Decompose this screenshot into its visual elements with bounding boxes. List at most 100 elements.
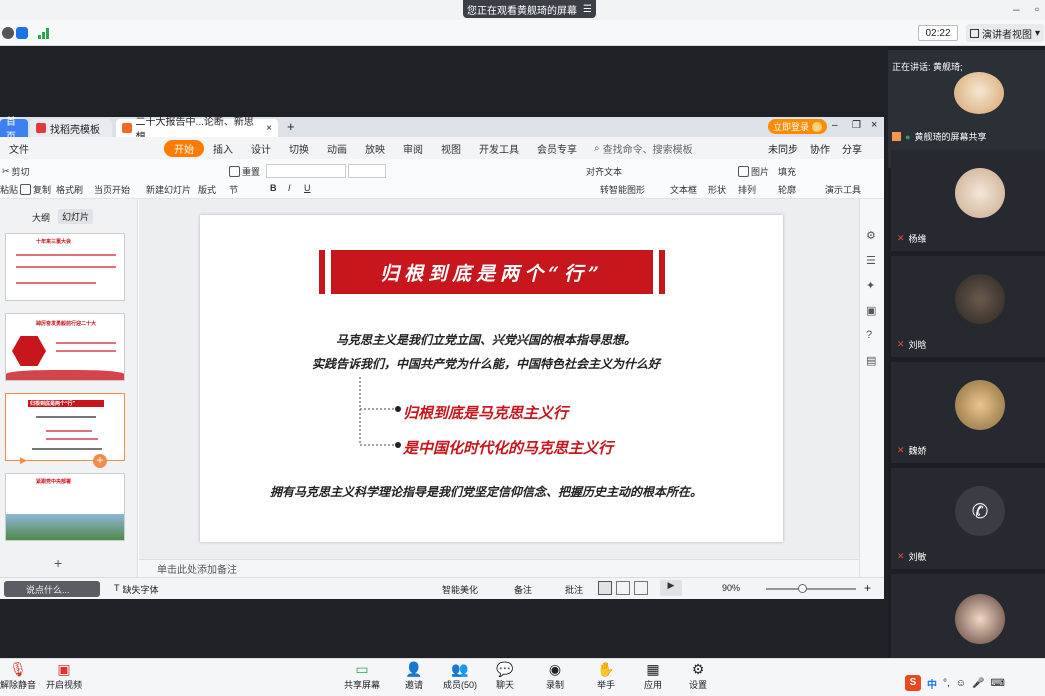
participant-tile[interactable]: ✕ 魏娇	[891, 362, 1045, 463]
tab-document[interactable]: 二十大报告中...论断、新思想 ×	[116, 117, 278, 143]
restore-icon[interactable]: ❐	[852, 120, 861, 131]
smart-art-button[interactable]: 转智能图形	[600, 183, 645, 196]
close-icon[interactable]: ×	[266, 123, 272, 134]
menu-animation[interactable]: 动画	[318, 141, 356, 156]
layout-button[interactable]: 版式	[198, 183, 216, 196]
reading-view-icon[interactable]	[634, 581, 648, 595]
mute-button[interactable]: 🎙 解除静音	[0, 661, 36, 691]
reset-button[interactable]: 重置	[229, 165, 260, 178]
tab-home[interactable]: 首页	[0, 117, 28, 143]
tool-icon[interactable]: ▤	[866, 354, 876, 367]
menu-review[interactable]: 审阅	[394, 141, 432, 156]
present-tools-button[interactable]: 演示工具	[825, 183, 861, 196]
slide-thumb-4[interactable]: 紧跟党中央部署	[5, 473, 125, 541]
menu-slideshow[interactable]: 放映	[356, 141, 394, 156]
italic-button[interactable]: I	[288, 183, 291, 193]
menu-member[interactable]: 会员专享	[528, 141, 586, 156]
copy-button[interactable]: 复制	[20, 183, 51, 196]
tool-icon[interactable]: ⚙	[866, 229, 876, 242]
picture-button[interactable]: 图片	[738, 165, 769, 178]
arrange-button[interactable]: 排列	[738, 183, 756, 196]
slide-thumb-2[interactable]: 踔厉奋发勇毅前行迎二十大	[5, 313, 125, 381]
info-icon[interactable]	[2, 27, 14, 39]
new-tab-icon[interactable]: +	[287, 119, 295, 134]
ime-toolbar[interactable]: S 中 °, ☺ 🎤 ⌨	[905, 672, 1045, 694]
participant-tile[interactable]: ✆ ✕ 刘敏	[891, 468, 1045, 569]
outline-button[interactable]: 轮廓	[778, 183, 796, 196]
zoom-slider[interactable]	[766, 588, 856, 590]
close-icon[interactable]: ×	[871, 119, 877, 131]
collab-button[interactable]: 协作	[810, 141, 830, 156]
invite-button[interactable]: 👤 邀请	[405, 661, 423, 691]
slide-thumb-3[interactable]: 归根到底是两个“行”	[5, 393, 125, 461]
fill-button[interactable]: 填充	[778, 165, 796, 178]
cut-button[interactable]: ✂ 剪切	[2, 165, 30, 178]
underline-button[interactable]: U	[304, 183, 311, 193]
tool-icon[interactable]: ▣	[866, 304, 876, 317]
font-family-select[interactable]	[266, 164, 346, 178]
settings-button[interactable]: ⚙ 设置	[689, 661, 707, 691]
font-size-select[interactable]	[348, 164, 386, 178]
menu-home[interactable]: 开始	[164, 139, 204, 157]
play-icon[interactable]: ▶	[20, 455, 27, 466]
members-button[interactable]: 👥 成员(50)	[443, 661, 477, 691]
normal-view-icon[interactable]	[598, 581, 612, 595]
smart-beautify-button[interactable]: 智能美化	[442, 583, 478, 596]
from-current-button[interactable]: 当页开始	[94, 183, 130, 196]
format-painter-button[interactable]: 格式刷	[56, 183, 83, 196]
record-button[interactable]: ◉ 录制	[546, 661, 564, 691]
new-slide-button[interactable]: 新建幻灯片	[146, 183, 191, 196]
minimize-icon[interactable]: –	[832, 120, 838, 131]
play-icon[interactable]: ▶	[660, 580, 682, 596]
missing-font-button[interactable]: T 缺失字体	[114, 583, 159, 596]
chat-input-overlay[interactable]: 说点什么...	[4, 581, 100, 597]
tab-slides[interactable]: 幻灯片	[58, 209, 94, 224]
menu-file[interactable]: 文件	[0, 141, 38, 156]
section-button[interactable]: 节	[229, 183, 238, 196]
menu-view[interactable]: 视图	[432, 141, 470, 156]
menu-developer[interactable]: 开发工具	[470, 141, 528, 156]
add-slide-icon[interactable]: +	[54, 555, 62, 571]
presenter-view-button[interactable]: 演讲者视图 ▾	[966, 24, 1044, 42]
add-slide-icon[interactable]: +	[93, 454, 107, 468]
raise-hand-button[interactable]: ✋ 举手	[597, 661, 615, 691]
zoom-slider-thumb[interactable]	[798, 584, 807, 593]
share-button[interactable]: 分享	[842, 141, 862, 156]
chat-button[interactable]: 💬 聊天	[496, 661, 514, 691]
viewing-banner[interactable]: 您正在观看黄舰琦的屏幕 ☰	[463, 0, 596, 18]
tab-docer[interactable]: 找稻壳模板	[30, 119, 112, 137]
paste-button[interactable]: 粘贴	[0, 183, 18, 196]
shield-icon[interactable]	[16, 27, 28, 39]
bold-button[interactable]: B	[270, 183, 277, 193]
notes-bar[interactable]: 单击此处添加备注	[139, 559, 859, 577]
tool-icon[interactable]: ☰	[866, 254, 876, 267]
zoom-level[interactable]: 90%	[722, 583, 740, 593]
login-button[interactable]: 立即登录	[768, 119, 828, 134]
shape-button[interactable]: 形状	[708, 183, 726, 196]
slide-canvas[interactable]: 归根到底是两个“行” 马克思主义是我们立党立国、兴党兴国的根本指导思想。 实践告…	[200, 215, 783, 542]
participant-tile[interactable]: ✕ 杨维	[891, 150, 1045, 251]
sorter-view-icon[interactable]	[616, 581, 630, 595]
share-screen-button[interactable]: ▭ 共享屏幕	[344, 661, 380, 691]
menu-design[interactable]: 设计	[242, 141, 280, 156]
participant-tile[interactable]: ✕ 刘晗	[891, 256, 1045, 357]
restore-icon[interactable]: ▫	[1035, 2, 1039, 16]
tool-icon[interactable]: ✦	[866, 279, 875, 292]
comments-button[interactable]: 批注	[565, 583, 583, 596]
apps-button[interactable]: ▦ 应用	[644, 661, 662, 691]
slide-thumb-1[interactable]: 十年来三重大会	[5, 233, 125, 301]
tool-icon[interactable]: ?	[866, 329, 872, 341]
zoom-in-icon[interactable]: +	[864, 581, 871, 595]
align-text-button[interactable]: 对齐文本	[586, 165, 622, 178]
notes-button[interactable]: 备注	[514, 583, 532, 596]
video-button[interactable]: ▣ 开启视频	[46, 661, 82, 691]
participant-tile[interactable]	[891, 574, 1045, 658]
tab-outline[interactable]: 大纲	[32, 211, 50, 224]
command-search[interactable]: ⌕ 查找命令、搜索模板	[594, 141, 693, 156]
menu-icon[interactable]: ☰	[583, 4, 592, 15]
menu-insert[interactable]: 插入	[204, 141, 242, 156]
sync-status[interactable]: 未同步	[768, 141, 798, 156]
minimize-icon[interactable]: –	[1013, 2, 1020, 16]
menu-transition[interactable]: 切换	[280, 141, 318, 156]
text-box-button[interactable]: 文本框	[670, 183, 697, 196]
